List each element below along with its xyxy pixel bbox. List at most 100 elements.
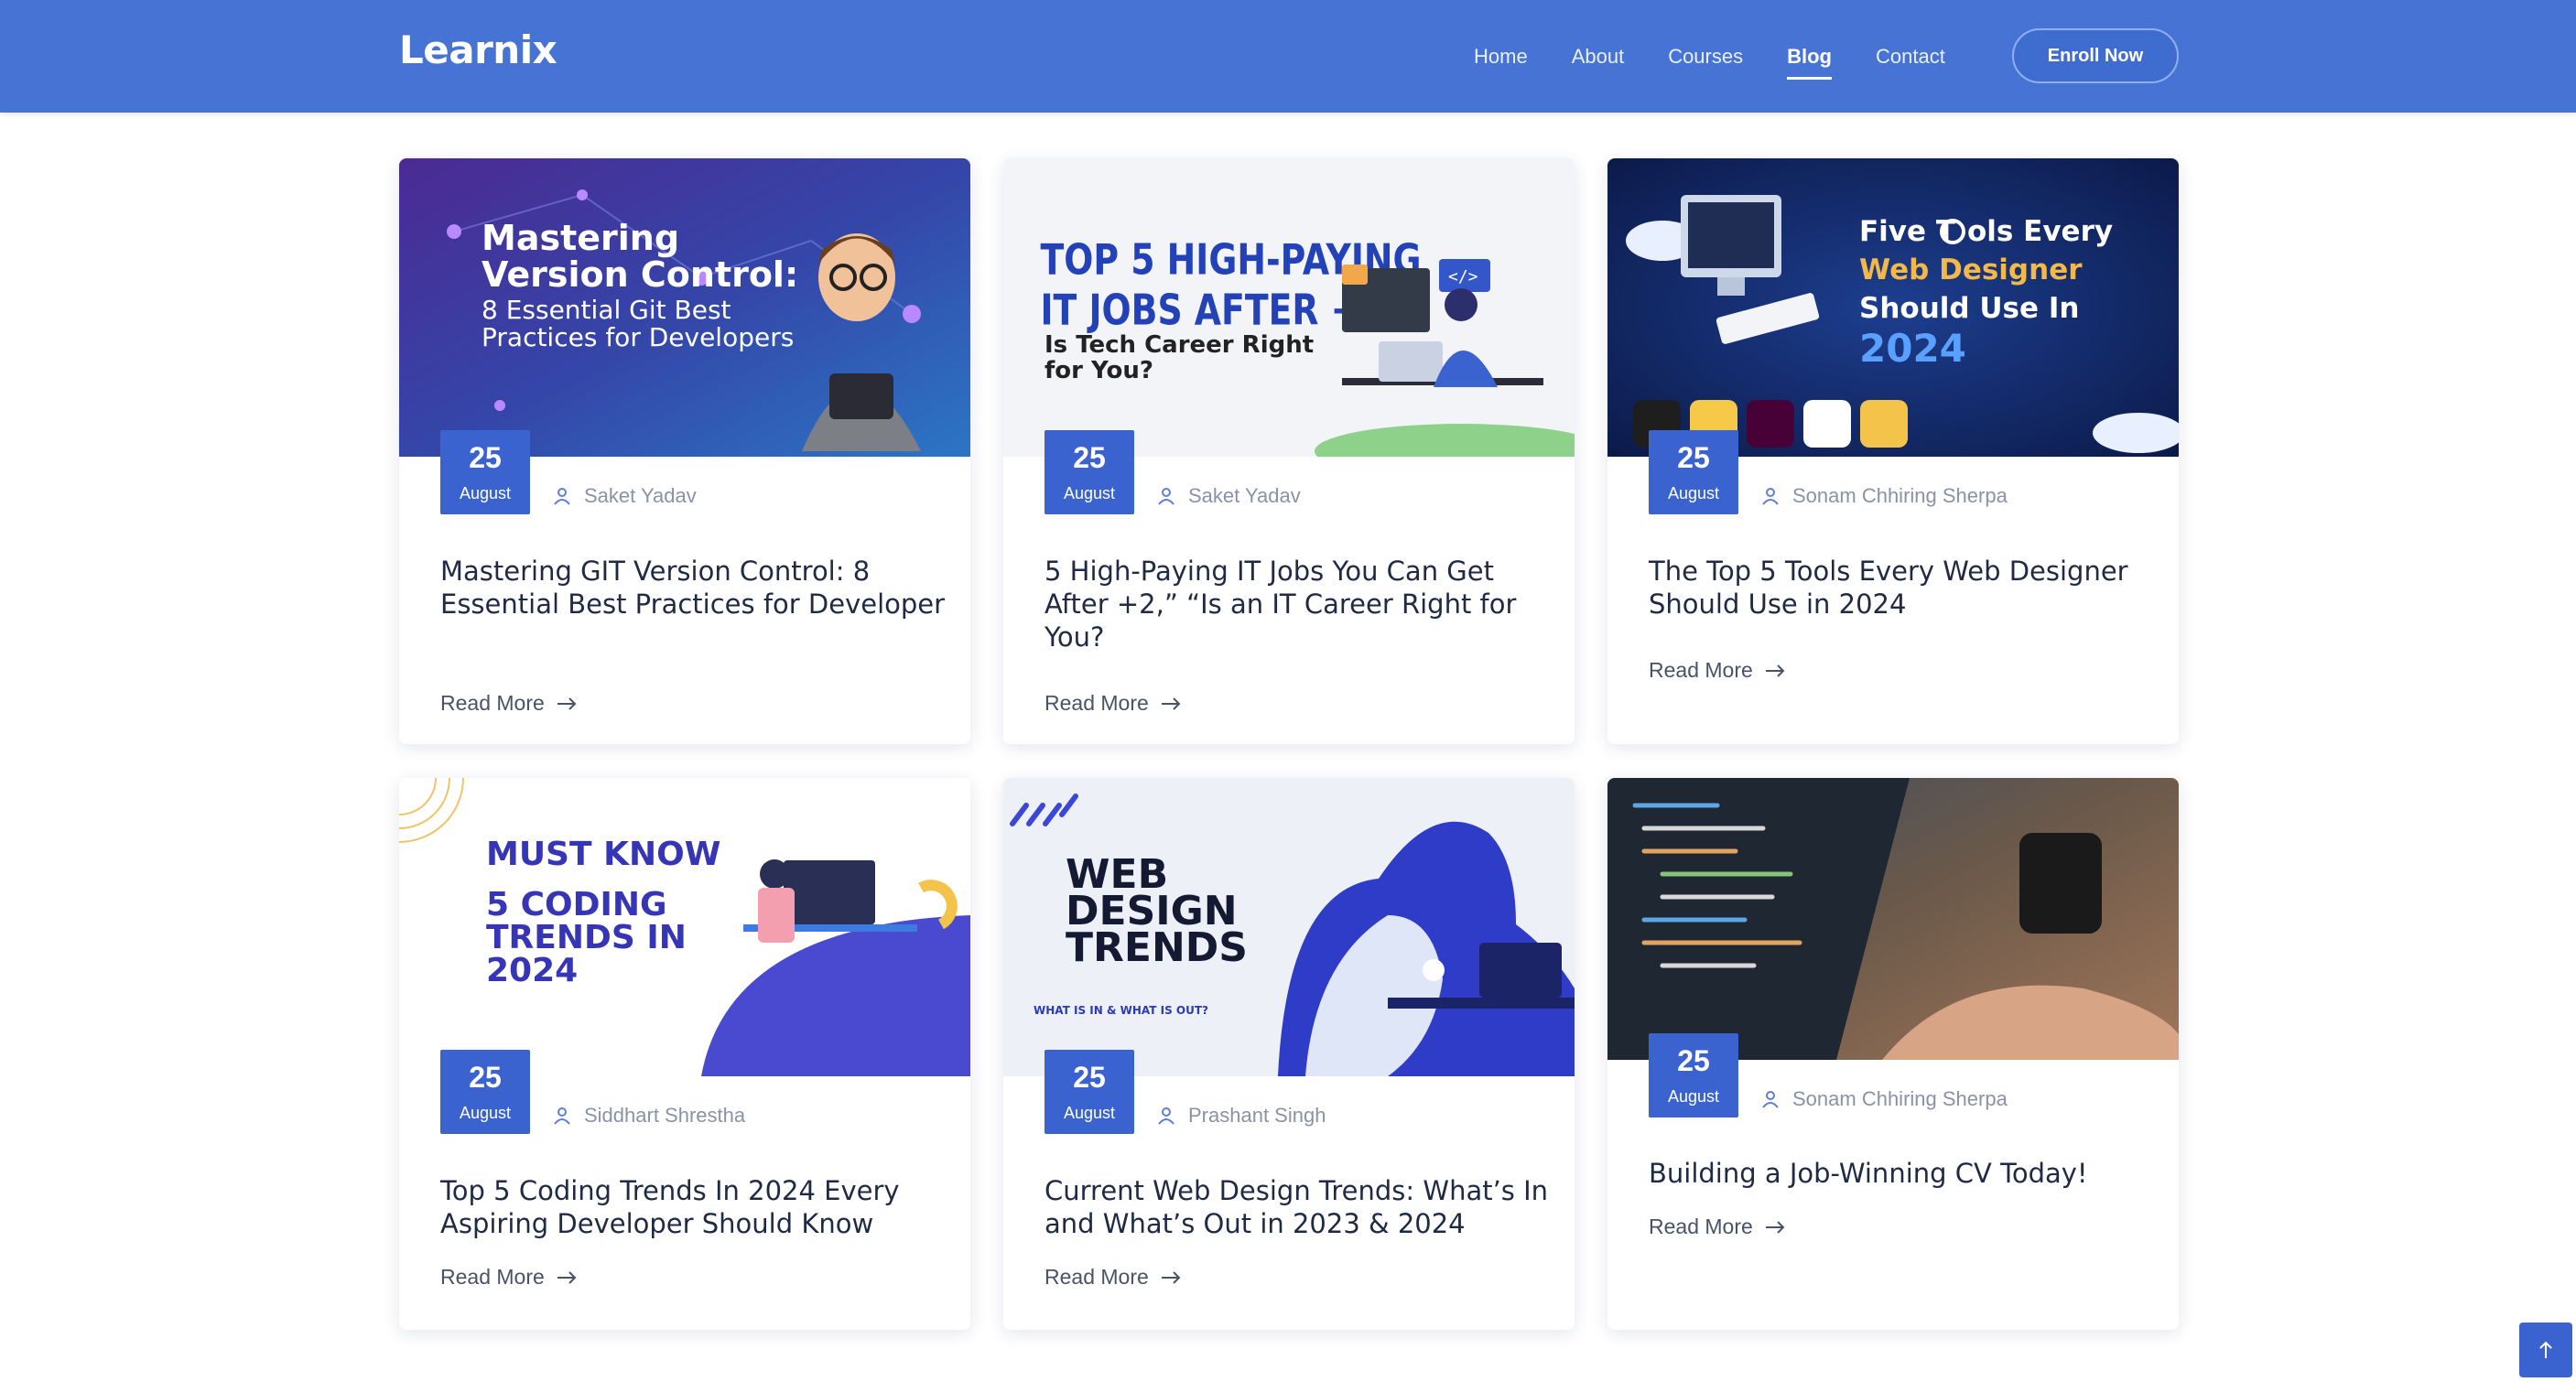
post-title[interactable]: Top 5 Coding Trends In 2024 Every Aspiri… [440,1174,953,1240]
user-icon [1158,488,1174,505]
read-more-link[interactable]: Read More [440,691,578,716]
nav-home[interactable]: Home [1474,45,1528,69]
enroll-now-button[interactable]: Enroll Now [2012,28,2179,83]
image-text: Practices for Developers [482,322,794,352]
arrow-right-icon [1161,696,1181,710]
blog-card: Mastering Version Control: 8 Essential G… [399,158,970,744]
date-badge: 25 August [1649,1033,1738,1117]
image-text: for You? [1044,357,1153,384]
author: Sonam Chhiring Sherpa [1761,1087,2008,1111]
arrow-up-icon [2539,1341,2552,1358]
image-text: Should Use In [1859,292,2079,325]
arrow-right-icon [1161,1270,1181,1284]
blog-card-image[interactable]: MUST KNOW 5 CODING TRENDS IN 2024 [399,778,970,1076]
post-title[interactable]: Mastering GIT Version Control: 8 Essenti… [440,555,953,621]
author-name: Sonam Chhiring Sherpa [1792,1087,2008,1110]
image-text: TRENDS [1066,924,1248,971]
read-more-label: Read More [440,691,545,715]
blog-card: WEB DESIGN TRENDS WHAT IS IN & WHAT IS O… [1003,778,1575,1330]
blog-card-image[interactable]: TOP 5 HIGH-PAYING IT JOBS AFTER +2 Is Te… [1003,158,1575,457]
date-day: 25 [1677,441,1710,474]
date-month: August [1063,484,1116,502]
image-text: 2024 [486,952,578,989]
scroll-to-top-button[interactable] [2519,1323,2572,1377]
image-text: 5 CODING [486,886,667,923]
nav-contact[interactable]: Contact [1876,45,1945,69]
date-day: 25 [469,1061,502,1094]
blog-card: TOP 5 HIGH-PAYING IT JOBS AFTER +2 Is Te… [1003,158,1575,744]
blog-card-image[interactable]: Five T ols Every Web Designer Should Use… [1607,158,2179,457]
author: Prashant Singh [1157,1104,1326,1128]
nav-about[interactable]: About [1572,45,1625,69]
user-icon [1158,1107,1174,1125]
arrow-right-icon [557,1270,577,1284]
date-day: 25 [469,441,502,474]
image-text: TRENDS IN [486,919,687,956]
read-more-link[interactable]: Read More [1649,1215,1786,1239]
image-text: IT JOBS AFTER +2 [1041,286,1384,335]
image-text: Version Control: [482,254,798,295]
date-month: August [459,484,512,502]
date-badge: 25 August [440,430,530,514]
image-text: Web Designer [1859,254,2083,286]
date-month: August [1667,1087,1720,1106]
date-month: August [1667,484,1720,502]
read-more-label: Read More [1649,658,1753,682]
date-badge: 25 August [440,1050,530,1134]
user-icon [1762,1091,1779,1108]
site-logo[interactable]: Learnix [399,27,557,72]
svg-text:</>: </> [1448,267,1478,286]
blog-card-image[interactable]: WEB DESIGN TRENDS WHAT IS IN & WHAT IS O… [1003,778,1575,1076]
date-badge: 25 August [1044,430,1134,514]
date-day: 25 [1073,441,1106,474]
read-more-label: Read More [1044,1265,1149,1289]
nav-blog[interactable]: Blog [1787,45,1832,80]
date-month: August [1063,1104,1116,1122]
blog-card-image[interactable]: Mastering Version Control: 8 Essential G… [399,158,970,457]
post-title[interactable]: Building a Job-Winning CV Today! [1649,1157,2161,1190]
image-text: 8 Essential Git Best [482,295,731,325]
nav-courses[interactable]: Courses [1668,45,1743,69]
image-text: Is Tech Career Right [1044,331,1314,359]
read-more-label: Read More [1649,1215,1753,1238]
user-icon [554,1107,570,1125]
read-more-link[interactable]: Read More [1649,658,1786,683]
user-icon [554,488,570,505]
author-name: Siddhart Shrestha [584,1104,746,1127]
blog-card: Five T ols Every Web Designer Should Use… [1607,158,2179,744]
image-text: Mastering [482,218,679,258]
author: Saket Yadav [1157,484,1301,508]
author: Sonam Chhiring Sherpa [1761,484,2008,508]
author: Saket Yadav [553,484,697,508]
post-title[interactable]: The Top 5 Tools Every Web Designer Shoul… [1649,555,2161,621]
author-name: Saket Yadav [1188,484,1301,507]
arrow-right-icon [1765,664,1785,677]
user-icon [1762,488,1779,505]
date-day: 25 [1677,1044,1710,1077]
blog-card: MUST KNOW 5 CODING TRENDS IN 2024 25 Aug… [399,778,970,1330]
arrow-right-icon [1765,1220,1785,1234]
date-badge: 25 August [1044,1050,1134,1134]
read-more-label: Read More [1044,691,1149,715]
author-name: Prashant Singh [1188,1104,1326,1127]
post-title[interactable]: Current Web Design Trends: What’s In and… [1044,1174,1557,1240]
author-name: Saket Yadav [584,484,697,507]
blog-card-image[interactable] [1607,778,2179,1060]
image-text: ols Every [1967,215,2113,248]
image-text: MUST KNOW [486,836,720,873]
read-more-link[interactable]: Read More [440,1265,578,1290]
main-nav: Home About Courses Blog Contact [1474,0,1989,113]
date-day: 25 [1073,1061,1106,1094]
blog-card: 25 August Sonam Chhiring Sherpa Building… [1607,778,2179,1330]
read-more-label: Read More [440,1265,545,1289]
date-badge: 25 August [1649,430,1738,514]
image-text: WHAT IS IN & WHAT IS OUT? [1034,1004,1208,1017]
author: Siddhart Shrestha [553,1104,745,1128]
read-more-link[interactable]: Read More [1044,691,1182,716]
arrow-right-icon [557,696,577,710]
image-text: 2024 [1859,326,1966,371]
post-title[interactable]: 5 High-Paying IT Jobs You Can Get After … [1044,555,1557,653]
site-header: Learnix Home About Courses Blog Contact … [0,0,2576,113]
read-more-link[interactable]: Read More [1044,1265,1182,1290]
author-name: Sonam Chhiring Sherpa [1792,484,2008,507]
